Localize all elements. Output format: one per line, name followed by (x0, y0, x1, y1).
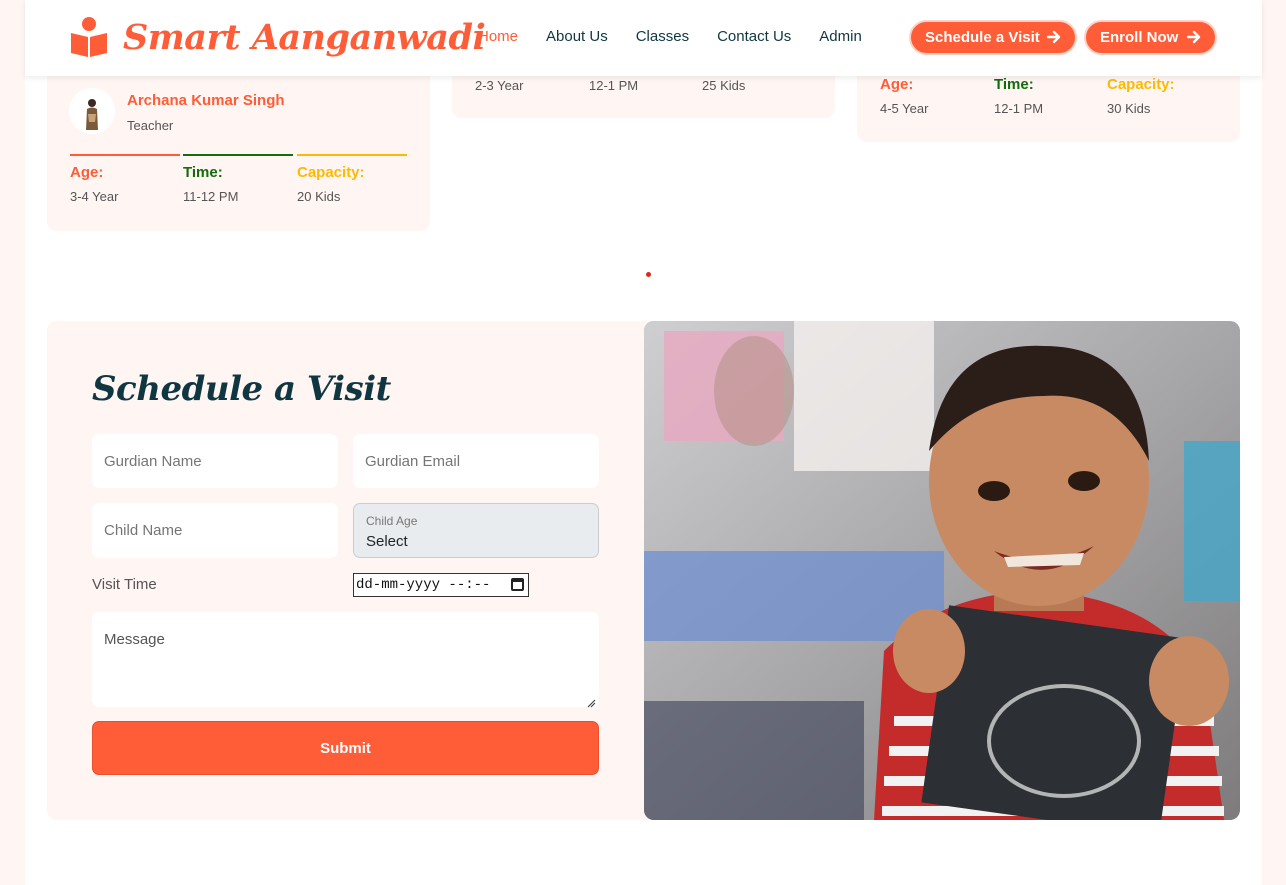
child-age-select[interactable]: Child Age Select (353, 503, 599, 558)
site-header: Smart Aanganwadi Home About Us Classes C… (25, 0, 1262, 76)
child-name-input[interactable] (92, 503, 338, 558)
arrow-right-icon (1046, 29, 1061, 49)
class-card-1: Archana Kumar Singh Teacher Age: 3-4 Yea… (47, 60, 430, 231)
arrow-right-icon (1186, 29, 1201, 49)
enroll-now-button[interactable]: Enroll Now (1084, 20, 1217, 55)
submit-button[interactable]: Submit (92, 721, 599, 775)
nav-about-us[interactable]: About Us (546, 28, 608, 45)
nav-contact-us[interactable]: Contact Us (717, 28, 791, 45)
time-value: 11-12 PM (183, 189, 239, 204)
capacity-value: 20 Kids (297, 189, 341, 204)
time-label: Time: (994, 76, 1034, 93)
time-stat: Time: 11-12 PM (183, 154, 293, 204)
age-value: 3-4 Year (70, 189, 119, 204)
teacher-name: Archana Kumar Singh (127, 92, 285, 109)
capacity-value: 25 Kids (702, 78, 746, 93)
calendar-icon[interactable] (511, 578, 524, 591)
avatar (69, 88, 115, 134)
child-age-label: Child Age (366, 514, 418, 528)
child-photo (644, 321, 1240, 820)
age-value: 2-3 Year (475, 78, 524, 93)
time-value: 12-1 PM (589, 78, 639, 93)
child-age-value: Select (366, 533, 408, 550)
visit-time-label: Visit Time (92, 576, 157, 593)
visit-time-input[interactable]: dd-mm-yyyy --:-- (353, 573, 529, 597)
age-label: Age: (880, 76, 914, 93)
teacher-info: Archana Kumar Singh Teacher (69, 88, 285, 134)
message-textarea[interactable]: Message (92, 612, 599, 708)
resize-handle-icon[interactable] (587, 695, 596, 708)
age-label: Age: (70, 164, 104, 181)
enroll-now-label: Enroll Now (1100, 29, 1179, 46)
schedule-visit-section: Schedule a Visit Child Age Select Visit … (47, 321, 1240, 820)
teacher-role: Teacher (127, 118, 174, 133)
time-value: 12-1 PM (994, 101, 1044, 116)
schedule-visit-button[interactable]: Schedule a Visit (909, 20, 1077, 55)
age-value: 4-5 Year (880, 101, 929, 116)
capacity-label: Capacity: (297, 164, 365, 181)
guardian-email-input[interactable] (353, 434, 599, 488)
capacity-value: 30 Kids (1107, 101, 1151, 116)
guardian-name-input[interactable] (92, 434, 338, 488)
visit-time-value: dd-mm-yyyy --:-- (356, 577, 491, 593)
schedule-visit-label: Schedule a Visit (925, 29, 1040, 46)
nav-classes[interactable]: Classes (636, 28, 689, 45)
brand-logo[interactable]: Smart Aanganwadi (69, 16, 486, 58)
carousel-dot[interactable] (646, 272, 651, 277)
age-stat: Age: 3-4 Year (70, 154, 180, 204)
message-placeholder: Message (104, 631, 165, 648)
nav-admin[interactable]: Admin (819, 28, 862, 45)
time-label: Time: (183, 164, 223, 181)
nav-home[interactable]: Home (478, 28, 518, 45)
book-reader-icon (69, 16, 109, 58)
main-nav: Home About Us Classes Contact Us Admin (478, 28, 890, 45)
section-title: Schedule a Visit (92, 369, 391, 409)
capacity-label: Capacity: (1107, 76, 1175, 93)
capacity-stat: Capacity: 20 Kids (297, 154, 407, 204)
brand-name: Smart Aanganwadi (123, 16, 486, 58)
